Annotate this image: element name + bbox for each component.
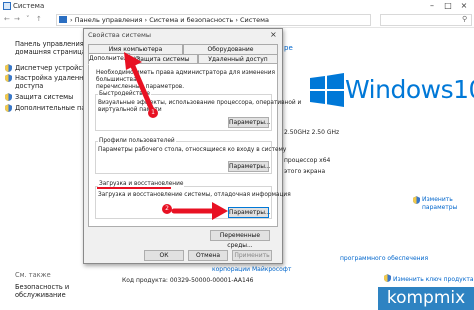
- left-link-label: Диспетчер устройств: [15, 64, 90, 72]
- maximize-icon[interactable]: □: [441, 1, 455, 11]
- system-window-icon: [3, 2, 11, 10]
- shield-icon: [5, 104, 12, 112]
- profiles-desc: Параметры рабочего стола, относящиеся ко…: [98, 147, 287, 153]
- security-link-line2: обслуживание: [15, 291, 66, 299]
- forward-arrow-icon[interactable]: →: [14, 15, 20, 23]
- ms-terms-link[interactable]: программного обеспечения: [340, 255, 428, 262]
- breadcrumb: › Панель управления › Система и безопасн…: [70, 16, 269, 24]
- left-link-device-manager[interactable]: Диспетчер устройств: [15, 64, 90, 72]
- step-badge-2: 2: [162, 204, 172, 214]
- window-title: Система: [13, 2, 45, 10]
- windows-logo-icon: [310, 73, 344, 107]
- security-link[interactable]: Безопасность и обслуживание: [15, 283, 69, 299]
- breadcrumb-system[interactable]: Система: [240, 16, 269, 24]
- profiles-settings-button[interactable]: Параметры...: [228, 161, 271, 172]
- window-titlebar: [0, 0, 474, 12]
- shield-icon: [384, 274, 391, 282]
- shield-icon: [5, 64, 12, 72]
- left-link-label: Защита системы: [15, 93, 74, 101]
- back-arrow-icon[interactable]: ←: [4, 15, 10, 23]
- change-key-link[interactable]: Изменить ключ продукта: [393, 276, 474, 283]
- performance-settings-button[interactable]: Параметры...: [228, 117, 271, 128]
- home-link[interactable]: Панель управления — домашняя страница: [15, 40, 92, 56]
- cpu-speed-text: 2.50GHz 2.50 GHz: [284, 129, 340, 136]
- breadcrumb-control-panel[interactable]: Панель управления: [75, 16, 143, 24]
- change-params-line2: параметры: [422, 204, 458, 211]
- pen-input-text: этого экрана: [284, 168, 326, 175]
- dialog-close-icon[interactable]: ×: [270, 30, 277, 39]
- product-code-text: Код продукта: 00329-50000-00001-AA146: [122, 277, 254, 284]
- cancel-button[interactable]: Отмена: [188, 250, 228, 261]
- annotation-arrow-1: [124, 52, 155, 113]
- watermark-logo: kompmix: [378, 287, 474, 310]
- left-link-protection[interactable]: Защита системы: [15, 93, 73, 101]
- windows-logo-text: Windows10: [345, 75, 474, 104]
- breadcrumb-sep-icon: ›: [70, 16, 73, 24]
- startup-recovery-desc: Загрузка и восстановление системы, отлад…: [98, 192, 291, 198]
- change-params-link[interactable]: Изменить параметры: [422, 196, 457, 212]
- step-badge-1: 1: [148, 108, 158, 118]
- shield-icon: [5, 93, 12, 101]
- annotation-arrow-2: [171, 202, 228, 220]
- up-arrow-icon[interactable]: ↑: [36, 15, 42, 23]
- shield-icon: [5, 74, 12, 82]
- control-panel-icon: [59, 16, 67, 23]
- ms-corp-link[interactable]: корпорации Майкрософт: [212, 266, 291, 273]
- home-link-line1: Панель управления —: [15, 40, 93, 48]
- annotation-underline: [97, 187, 171, 189]
- profiles-group-title: Профили пользователей: [98, 138, 176, 145]
- change-params-line1: Изменить: [422, 196, 453, 203]
- breadcrumb-sep-icon: ›: [144, 16, 148, 24]
- close-icon[interactable]: ×: [457, 1, 471, 11]
- dialog-title: Свойства системы: [88, 31, 152, 39]
- security-link-line1: Безопасность и: [15, 283, 70, 291]
- home-link-line2: домашняя страница: [15, 48, 86, 56]
- breadcrumb-security[interactable]: Система и безопасность: [149, 16, 233, 24]
- recent-chevron-icon[interactable]: ˅: [26, 15, 30, 23]
- minimize-icon[interactable]: –: [425, 1, 439, 11]
- apply-button[interactable]: Применить: [232, 250, 272, 261]
- shield-icon: [413, 196, 420, 204]
- breadcrumb-sep-icon: ›: [235, 16, 238, 24]
- see-also-heading: См. также: [15, 271, 51, 279]
- search-input[interactable]: [380, 14, 472, 26]
- cpu-type-text: процессор x64: [284, 157, 331, 164]
- environment-variables-button[interactable]: Переменные среды...: [210, 230, 270, 249]
- startup-settings-button[interactable]: Параметры...: [228, 207, 271, 218]
- ok-button[interactable]: ОК: [144, 250, 184, 261]
- search-icon[interactable]: ⚲: [462, 15, 467, 23]
- right-link-fragment[interactable]: ре: [284, 44, 293, 52]
